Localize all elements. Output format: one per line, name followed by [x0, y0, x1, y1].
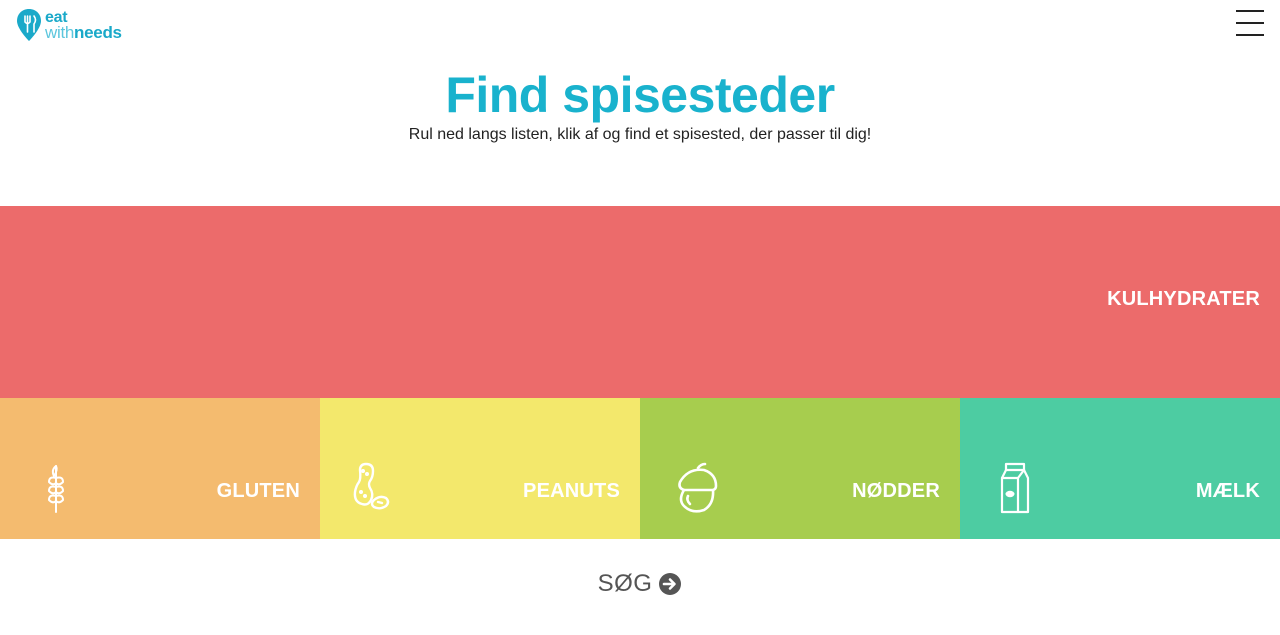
brand-wordmark: eat withneeds: [45, 10, 122, 42]
category-label: MÆLK: [1195, 480, 1260, 502]
wheat-icon: [48, 465, 64, 513]
arrow-right-circle-icon: [659, 573, 682, 595]
search-button[interactable]: SØG: [0, 570, 1280, 598]
brand-line-2a: with: [45, 23, 75, 42]
search-button-content: SØG: [598, 570, 683, 598]
category-label: GLUTEN: [216, 480, 300, 502]
brand-pin-icon: [17, 9, 41, 41]
milk-carton-icon: [1000, 462, 1030, 514]
brand-line-2b: needs: [74, 23, 122, 42]
page-subtitle: Rul ned langs listen, klik af og find et…: [408, 126, 872, 143]
hamburger-menu-icon[interactable]: [1236, 9, 1264, 37]
category-tile-maelk[interactable]: MÆLK: [960, 398, 1280, 539]
category-tile-peanuts[interactable]: PEANUTS: [320, 398, 640, 539]
acorn-icon: [678, 462, 718, 513]
brand-logo[interactable]: eat withneeds: [16, 8, 122, 42]
page-title: Find spisesteder: [445, 67, 835, 123]
peanut-icon: [353, 462, 390, 510]
category-tile-kulhydrater[interactable]: KULHYDRATER: [0, 206, 1280, 398]
category-label: NØDDER: [852, 480, 940, 502]
brand-line-2: withneeds: [45, 23, 122, 42]
category-label: PEANUTS: [523, 480, 620, 502]
search-label: SØG: [597, 570, 653, 597]
category-tile-nodder[interactable]: NØDDER: [640, 398, 960, 539]
category-label: KULHYDRATER: [1107, 288, 1260, 310]
category-tile-gluten[interactable]: GLUTEN: [0, 398, 320, 539]
